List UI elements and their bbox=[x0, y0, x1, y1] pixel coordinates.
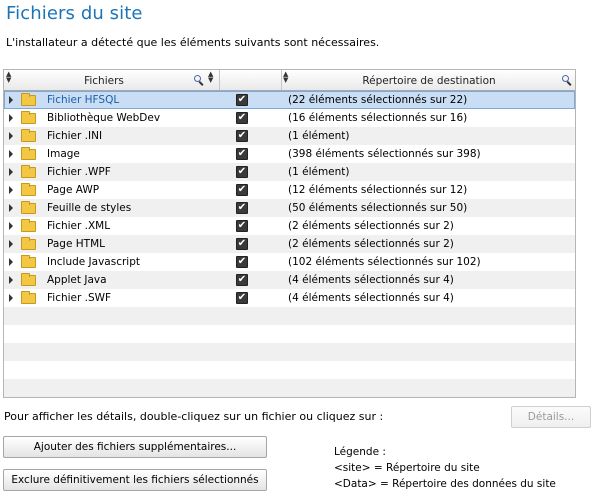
file-type-name: Applet Java bbox=[47, 274, 107, 286]
expand-arrow-icon[interactable] bbox=[9, 294, 13, 302]
details-button[interactable]: Détails... bbox=[511, 406, 591, 428]
expand-arrow-icon[interactable] bbox=[9, 204, 13, 212]
files-table[interactable]: ▲ ▼ Fichiers ▲ ▼ ▲ ▼ Répertoire de destinat… bbox=[3, 69, 576, 398]
page-subtitle: L'installateur a détecté que les élément… bbox=[6, 36, 380, 49]
column-divider[interactable] bbox=[219, 70, 220, 90]
include-checkbox[interactable]: ✔ bbox=[236, 112, 248, 124]
include-checkbox[interactable]: ✔ bbox=[236, 184, 248, 196]
table-row[interactable]: Page HTML ✔ (2 éléments sélectionnés sur 2… bbox=[4, 235, 575, 253]
include-checkbox[interactable]: ✔ bbox=[236, 166, 248, 178]
empty-row bbox=[4, 307, 575, 325]
folder-icon bbox=[21, 273, 36, 286]
folder-icon bbox=[21, 291, 36, 304]
table-row[interactable]: Image ✔ (398 éléments sélectionnés sur 398… bbox=[4, 145, 575, 163]
table-row[interactable]: Bibliothèque WebDev ✔ (16 éléments sélecti… bbox=[4, 109, 575, 127]
include-checkbox[interactable]: ✔ bbox=[236, 292, 248, 304]
table-row[interactable]: Fichier .XML ✔ (2 éléments sélectionnés su… bbox=[4, 217, 575, 235]
include-checkbox[interactable]: ✔ bbox=[236, 148, 248, 160]
expand-arrow-icon[interactable] bbox=[9, 186, 13, 194]
include-checkbox[interactable]: ✔ bbox=[236, 130, 248, 142]
column-header-files[interactable]: Fichiers bbox=[14, 70, 194, 90]
destination-cell: (16 éléments sélectionnés sur 16) bbox=[288, 112, 468, 124]
sort-arrows-icon[interactable]: ▲ ▼ bbox=[208, 71, 213, 84]
folder-icon bbox=[21, 165, 36, 178]
destination-cell: (398 éléments sélectionnés sur 398) bbox=[288, 148, 481, 160]
page-title: Fichiers du site bbox=[6, 3, 143, 24]
expand-arrow-icon[interactable] bbox=[9, 168, 13, 176]
destination-cell: (4 éléments sélectionnés sur 4) bbox=[288, 292, 454, 304]
search-icon[interactable] bbox=[194, 75, 201, 82]
destination-cell: (102 éléments sélectionnés sur 102) bbox=[288, 256, 481, 268]
add-files-button[interactable]: Ajouter des fichiers supplémentaires... bbox=[3, 436, 267, 458]
file-type-name: Image bbox=[47, 148, 80, 160]
search-icon[interactable] bbox=[562, 75, 569, 82]
table-row[interactable]: Fichier .WPF ✔ (1 élément) bbox=[4, 163, 575, 181]
file-type-name: Bibliothèque WebDev bbox=[47, 112, 161, 124]
include-checkbox[interactable]: ✔ bbox=[236, 238, 248, 250]
legend-data: <Data> = Répertoire des données du site bbox=[334, 478, 556, 490]
include-checkbox[interactable]: ✔ bbox=[236, 274, 248, 286]
file-type-name: Feuille de styles bbox=[47, 202, 132, 214]
expand-arrow-icon[interactable] bbox=[9, 222, 13, 230]
file-type-name: Fichier .XML bbox=[47, 220, 111, 232]
include-checkbox[interactable]: ✔ bbox=[236, 256, 248, 268]
folder-icon bbox=[21, 219, 36, 232]
file-type-name: Include Javascript bbox=[47, 256, 140, 268]
expand-arrow-icon[interactable] bbox=[9, 240, 13, 248]
table-row[interactable]: Page AWP ✔ (12 éléments sélectionnés sur 1… bbox=[4, 181, 575, 199]
destination-cell: (12 éléments sélectionnés sur 12) bbox=[288, 184, 468, 196]
table-header: ▲ ▼ Fichiers ▲ ▼ ▲ ▼ Répertoire de destinat… bbox=[4, 70, 575, 91]
expand-arrow-icon[interactable] bbox=[9, 258, 13, 266]
sort-arrows-icon[interactable]: ▲ ▼ bbox=[283, 71, 288, 84]
folder-icon bbox=[21, 129, 36, 142]
destination-cell: (50 éléments sélectionnés sur 50) bbox=[288, 202, 468, 214]
expand-arrow-icon[interactable] bbox=[9, 276, 13, 284]
expand-arrow-icon[interactable] bbox=[9, 132, 13, 140]
empty-row bbox=[4, 325, 575, 343]
expand-arrow-icon[interactable] bbox=[9, 114, 13, 122]
destination-cell: (4 éléments sélectionnés sur 4) bbox=[288, 274, 454, 286]
details-hint: Pour afficher les détails, double-clique… bbox=[4, 410, 384, 423]
folder-icon bbox=[21, 237, 36, 250]
table-row[interactable]: Include Javascript ✔ (102 éléments sélecti… bbox=[4, 253, 575, 271]
destination-cell: (1 élément) bbox=[288, 166, 350, 178]
legend: Légende : <site> = Répertoire du site <D… bbox=[334, 444, 556, 492]
file-type-name: Fichier .WPF bbox=[47, 166, 111, 178]
file-type-name: Page AWP bbox=[47, 184, 100, 196]
legend-site: <site> = Répertoire du site bbox=[334, 462, 480, 474]
empty-row bbox=[4, 361, 575, 379]
file-type-name: Fichier HFSQL bbox=[47, 94, 120, 106]
include-checkbox[interactable]: ✔ bbox=[236, 202, 248, 214]
include-checkbox[interactable]: ✔ bbox=[236, 94, 248, 106]
destination-cell: (2 éléments sélectionnés sur 2) bbox=[288, 238, 454, 250]
column-divider[interactable] bbox=[281, 70, 282, 90]
destination-cell: (1 élément) bbox=[288, 130, 350, 142]
legend-title: Légende : bbox=[334, 446, 386, 458]
expand-arrow-icon[interactable] bbox=[9, 150, 13, 158]
table-row[interactable]: Fichier .SWF ✔ (4 éléments sélectionnés su… bbox=[4, 289, 575, 307]
expand-arrow-icon[interactable] bbox=[9, 96, 13, 104]
column-header-destination[interactable]: Répertoire de destination bbox=[294, 70, 564, 90]
destination-cell: (2 éléments sélectionnés sur 2) bbox=[288, 220, 454, 232]
folder-icon bbox=[21, 201, 36, 214]
file-type-name: Fichier .INI bbox=[47, 130, 103, 142]
file-type-name: Page HTML bbox=[47, 238, 105, 250]
sort-arrows-icon[interactable]: ▲ ▼ bbox=[6, 71, 11, 84]
table-row[interactable]: Feuille de styles ✔ (50 éléments sélection… bbox=[4, 199, 575, 217]
folder-icon bbox=[21, 183, 36, 196]
table-row[interactable]: Fichier .INI ✔ (1 élément) bbox=[4, 127, 575, 145]
table-row[interactable]: Applet Java ✔ (4 éléments sélectionnés sur… bbox=[4, 271, 575, 289]
folder-icon bbox=[21, 147, 36, 160]
file-type-name: Fichier .SWF bbox=[47, 292, 112, 304]
folder-icon bbox=[21, 255, 36, 268]
destination-cell: (22 éléments sélectionnés sur 22) bbox=[288, 94, 468, 106]
table-row[interactable]: Fichier HFSQL ✔ (22 éléments sélectionnés … bbox=[4, 91, 575, 109]
empty-row bbox=[4, 379, 575, 397]
folder-icon bbox=[21, 111, 36, 124]
folder-icon bbox=[21, 93, 36, 106]
include-checkbox[interactable]: ✔ bbox=[236, 220, 248, 232]
empty-row bbox=[4, 343, 575, 361]
exclude-files-button[interactable]: Exclure définitivement les fichiers séle… bbox=[3, 469, 267, 491]
